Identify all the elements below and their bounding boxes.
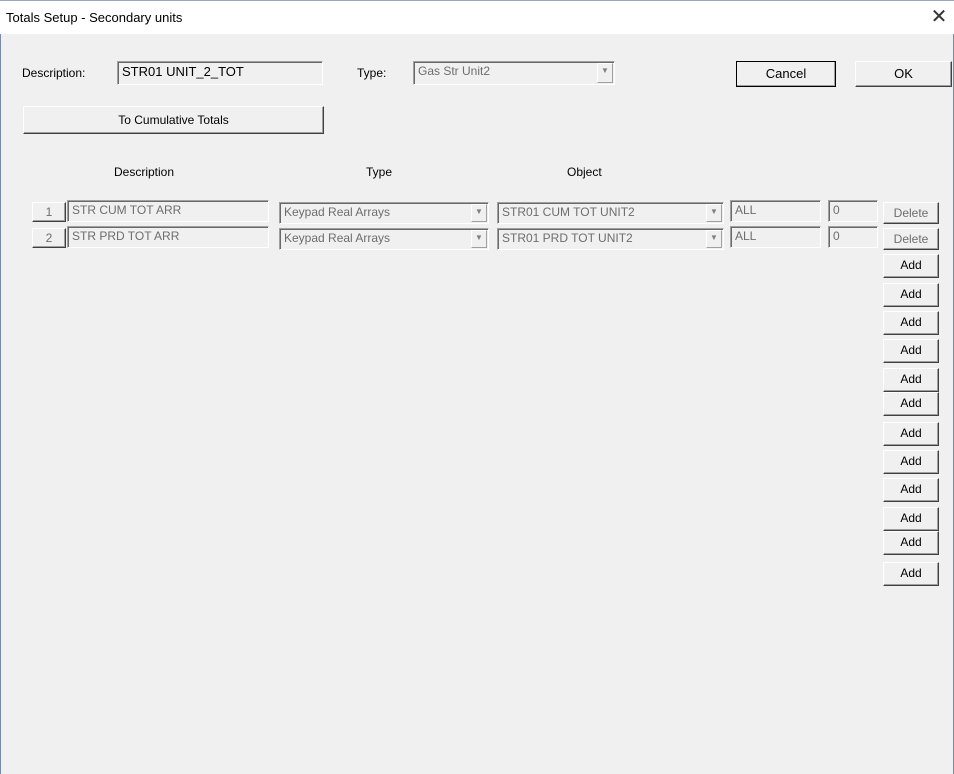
chevron-down-icon[interactable]: ▼ (597, 63, 613, 83)
row-number-button[interactable]: 2 (32, 228, 66, 248)
ok-button[interactable]: OK (855, 61, 952, 87)
chevron-down-icon[interactable]: ▼ (706, 230, 722, 248)
row-index-field[interactable]: 0 (828, 226, 878, 248)
close-icon[interactable]: ✕ (926, 4, 952, 30)
description-field[interactable]: STR01 UNIT_2_TOT (117, 61, 323, 85)
add-button[interactable]: Add (883, 450, 939, 474)
row-type-dropdown[interactable]: Keypad Real Arrays ▼ (279, 228, 489, 250)
add-button[interactable]: Add (883, 531, 939, 555)
row-range-field[interactable]: ALL (730, 226, 821, 248)
row-type-dropdown[interactable]: Keypad Real Arrays ▼ (279, 202, 489, 224)
add-button[interactable]: Add (883, 339, 939, 363)
delete-button[interactable]: Delete (883, 202, 939, 224)
add-button[interactable]: Add (883, 392, 939, 416)
column-header-type: Type (366, 165, 393, 179)
window-border-left (0, 34, 1, 774)
add-button[interactable]: Add (883, 478, 939, 502)
row-description-field[interactable]: STR PRD TOT ARR (67, 226, 269, 248)
type-label: Type: (357, 66, 387, 80)
add-button[interactable]: Add (883, 507, 939, 531)
cancel-button[interactable]: Cancel (736, 61, 836, 87)
row-object-value: STR01 PRD TOT UNIT2 (502, 231, 633, 245)
chevron-down-icon[interactable]: ▼ (471, 204, 487, 222)
row-object-dropdown[interactable]: STR01 PRD TOT UNIT2 ▼ (497, 228, 724, 250)
chevron-down-icon[interactable]: ▼ (471, 230, 487, 248)
title-bar: Totals Setup - Secondary units ✕ (0, 0, 954, 34)
column-header-description: Description (114, 165, 175, 179)
row-type-value: Keypad Real Arrays (284, 231, 391, 245)
row-number-button[interactable]: 1 (32, 202, 66, 222)
column-header-object: Object (567, 165, 602, 179)
add-button[interactable]: Add (883, 422, 939, 446)
to-cumulative-totals-button[interactable]: To Cumulative Totals (23, 106, 324, 134)
add-button[interactable]: Add (883, 368, 939, 392)
row-type-value: Keypad Real Arrays (284, 205, 391, 219)
row-object-dropdown[interactable]: STR01 CUM TOT UNIT2 ▼ (497, 202, 724, 224)
type-dropdown[interactable]: Gas Str Unit2 ▼ (413, 61, 615, 85)
type-dropdown-value: Gas Str Unit2 (418, 64, 491, 78)
add-button[interactable]: Add (883, 562, 939, 586)
row-range-field[interactable]: ALL (730, 200, 821, 222)
delete-button[interactable]: Delete (883, 228, 939, 250)
row-object-value: STR01 CUM TOT UNIT2 (502, 205, 635, 219)
description-label: Description: (22, 66, 86, 80)
window-title: Totals Setup - Secondary units (6, 10, 183, 25)
row-description-field[interactable]: STR CUM TOT ARR (67, 200, 269, 222)
add-button[interactable]: Add (883, 254, 939, 278)
row-index-field[interactable]: 0 (828, 200, 878, 222)
add-button[interactable]: Add (883, 311, 939, 335)
chevron-down-icon[interactable]: ▼ (706, 204, 722, 222)
add-button[interactable]: Add (883, 283, 939, 307)
